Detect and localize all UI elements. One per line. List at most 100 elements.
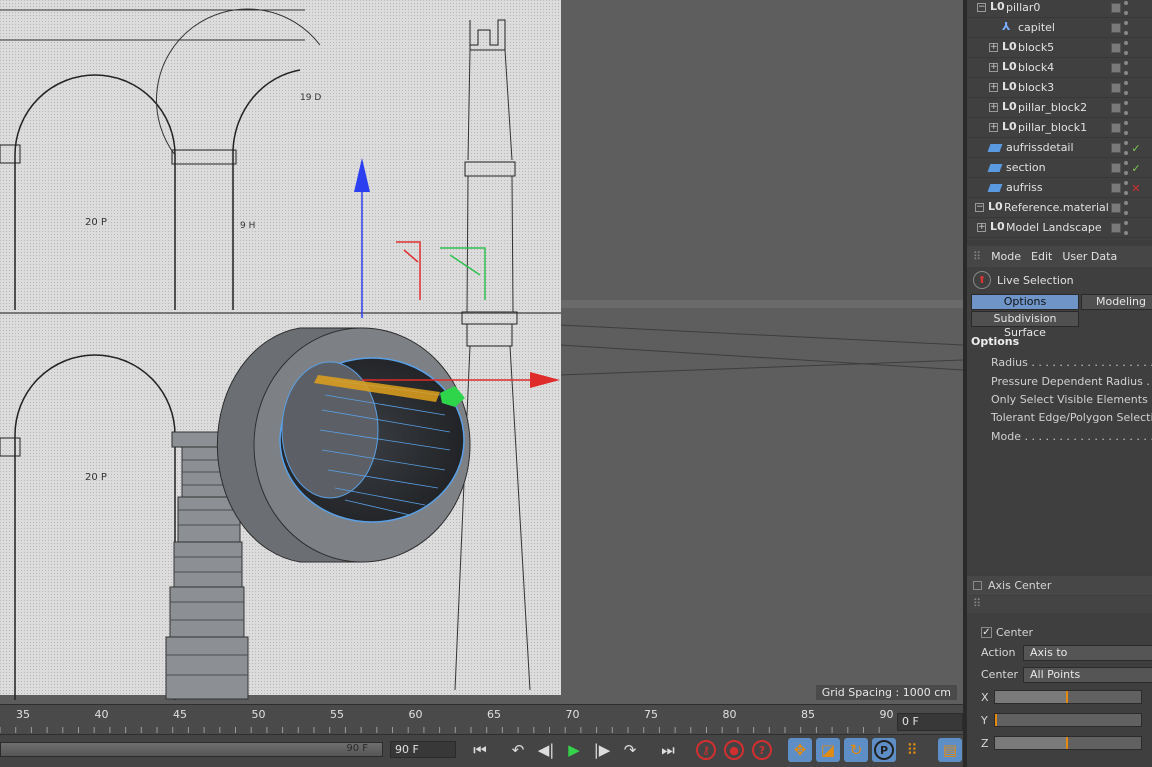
expand-icon[interactable]: + — [989, 43, 998, 52]
object-name[interactable]: Model Landscape — [1006, 221, 1102, 234]
layer-icon[interactable] — [1111, 123, 1121, 133]
scale-key-button[interactable]: ◪ — [816, 738, 840, 762]
object-name[interactable]: Reference.material — [1004, 201, 1109, 214]
check-tag-icon[interactable]: ✓ — [1131, 162, 1141, 175]
action-dropdown[interactable]: Axis to — [1023, 645, 1152, 661]
visibility-dots-icon[interactable] — [1124, 81, 1128, 95]
collapse-icon[interactable]: − — [977, 3, 986, 12]
object-row[interactable]: + L0 block3 — [967, 78, 1152, 98]
visibility-dots-icon[interactable] — [1124, 161, 1128, 175]
option-mode[interactable]: Mode . . . . . . . . . . . . . . . . . .… — [991, 430, 1152, 443]
keyframe-selection-button[interactable]: ? — [750, 738, 774, 762]
y-slider[interactable] — [994, 713, 1142, 727]
menu-mode[interactable]: Mode — [991, 250, 1021, 263]
layer-icon[interactable] — [1111, 163, 1121, 173]
object-name[interactable]: capitel — [1018, 21, 1055, 34]
layer-icon[interactable] — [1111, 103, 1121, 113]
object-row[interactable]: section ✓ — [967, 158, 1152, 178]
center-dropdown[interactable]: All Points — [1023, 667, 1152, 683]
tab-subdivision-surface[interactable]: Subdivision Surface — [971, 311, 1079, 339]
object-row[interactable]: − L0 pillar0 — [967, 0, 1152, 18]
autokeying-button[interactable]: ● — [722, 738, 746, 762]
object-row[interactable]: ⅄ capitel — [967, 18, 1152, 38]
object-name[interactable]: pillar0 — [1006, 1, 1040, 14]
object-row[interactable]: + L0 block4 — [967, 58, 1152, 78]
3d-viewport[interactable]: 20 P 20 P 9 H 19 D Grid Spacing: 1000 c… — [0, 0, 963, 704]
object-row[interactable]: aufrissdetail ✓ — [967, 138, 1152, 158]
layer-icon[interactable] — [1111, 183, 1121, 193]
option-pressure-dependent-radius[interactable]: Pressure Dependent Radius . . . — [991, 375, 1152, 388]
layer-icon[interactable] — [1111, 143, 1121, 153]
expand-icon[interactable]: + — [977, 223, 986, 232]
layer-icon[interactable] — [1111, 23, 1121, 33]
visibility-dots-icon[interactable] — [1124, 181, 1128, 195]
layer-icon[interactable] — [1111, 223, 1121, 233]
layer-icon[interactable] — [1111, 63, 1121, 73]
layer-icon[interactable] — [1111, 83, 1121, 93]
expand-icon[interactable]: + — [989, 83, 998, 92]
layer-icon[interactable] — [1111, 3, 1121, 13]
timeline-ruler[interactable]: 35 40 45 50 55 60 65 70 75 80 85 90 0 F — [0, 704, 963, 734]
position-key-button[interactable]: ✥ — [788, 738, 812, 762]
collapse-icon[interactable]: − — [975, 203, 984, 212]
menu-user-data[interactable]: User Data — [1062, 250, 1117, 263]
current-frame-field[interactable]: 0 F — [897, 713, 963, 731]
layer-icon[interactable] — [1111, 43, 1121, 53]
visibility-dots-icon[interactable] — [1124, 101, 1128, 115]
previous-key-button[interactable]: ↶ — [506, 738, 530, 762]
next-key-button[interactable]: ↷ — [618, 738, 642, 762]
option-radius[interactable]: Radius . . . . . . . . . . . . . . . . .… — [991, 356, 1152, 369]
visibility-dots-icon[interactable] — [1124, 21, 1128, 35]
visibility-dots-icon[interactable] — [1124, 1, 1128, 15]
cross-tag-icon[interactable]: ✕ — [1131, 182, 1141, 195]
play-button[interactable]: ▶ — [562, 738, 586, 762]
object-row[interactable]: + L0 block5 — [967, 38, 1152, 58]
question-icon: ? — [752, 740, 772, 760]
visibility-dots-icon[interactable] — [1124, 221, 1128, 235]
expand-icon[interactable]: + — [989, 123, 998, 132]
object-row[interactable]: + L0 pillar_block2 — [967, 98, 1152, 118]
option-tolerant-selection[interactable]: Tolerant Edge/Polygon Selection — [991, 411, 1152, 424]
object-name[interactable]: block4 — [1018, 61, 1054, 74]
timeline-window-button[interactable]: ▤ — [938, 738, 962, 762]
object-name[interactable]: pillar_block1 — [1018, 121, 1087, 134]
z-slider[interactable] — [994, 736, 1142, 750]
object-row[interactable]: aufriss ✕ — [967, 178, 1152, 198]
object-name[interactable]: pillar_block2 — [1018, 101, 1087, 114]
check-tag-icon[interactable]: ✓ — [1131, 142, 1141, 155]
timeline-ticks — [0, 727, 880, 733]
center-checkbox[interactable]: ✓ — [981, 627, 992, 638]
record-active-objects-button[interactable]: ⚷ — [694, 738, 718, 762]
visibility-dots-icon[interactable] — [1124, 121, 1128, 135]
object-name[interactable]: block3 — [1018, 81, 1054, 94]
null-object-icon: L0 — [1002, 60, 1017, 73]
object-row[interactable]: − L0 Reference.material — [967, 198, 1152, 218]
object-row[interactable]: + L0 Model Landscape — [967, 218, 1152, 238]
layer-icon[interactable] — [1111, 203, 1121, 213]
visibility-dots-icon[interactable] — [1124, 61, 1128, 75]
object-row[interactable]: + L0 pillar_block1 — [967, 118, 1152, 138]
visibility-dots-icon[interactable] — [1124, 41, 1128, 55]
go-to-start-button[interactable]: ⏮ — [468, 738, 492, 762]
parameter-key-button[interactable]: P — [872, 738, 896, 762]
visibility-dots-icon[interactable] — [1124, 201, 1128, 215]
expand-icon[interactable]: + — [989, 103, 998, 112]
rotation-key-button[interactable]: ↻ — [844, 738, 868, 762]
visibility-dots-icon[interactable] — [1124, 141, 1128, 155]
frame-range-slider[interactable]: 90 F — [0, 742, 383, 757]
range-end-field[interactable]: 90 F — [390, 741, 456, 758]
menu-edit[interactable]: Edit — [1031, 250, 1052, 263]
expand-icon[interactable]: + — [989, 63, 998, 72]
next-frame-button[interactable]: |▶ — [590, 738, 614, 762]
tab-options[interactable]: Options — [971, 294, 1079, 310]
object-name[interactable]: section — [1006, 161, 1046, 174]
point-level-key-button[interactable]: ⠿ — [900, 738, 924, 762]
previous-frame-button[interactable]: ◀| — [534, 738, 558, 762]
object-name[interactable]: aufriss — [1006, 181, 1043, 194]
object-name[interactable]: aufrissdetail — [1006, 141, 1074, 154]
tab-modeling[interactable]: Modeling — [1081, 294, 1152, 310]
object-name[interactable]: block5 — [1018, 41, 1054, 54]
go-to-end-button[interactable]: ⏭ — [656, 738, 680, 762]
x-slider[interactable] — [994, 690, 1142, 704]
option-only-select-visible[interactable]: Only Select Visible Elements . . — [991, 393, 1152, 406]
